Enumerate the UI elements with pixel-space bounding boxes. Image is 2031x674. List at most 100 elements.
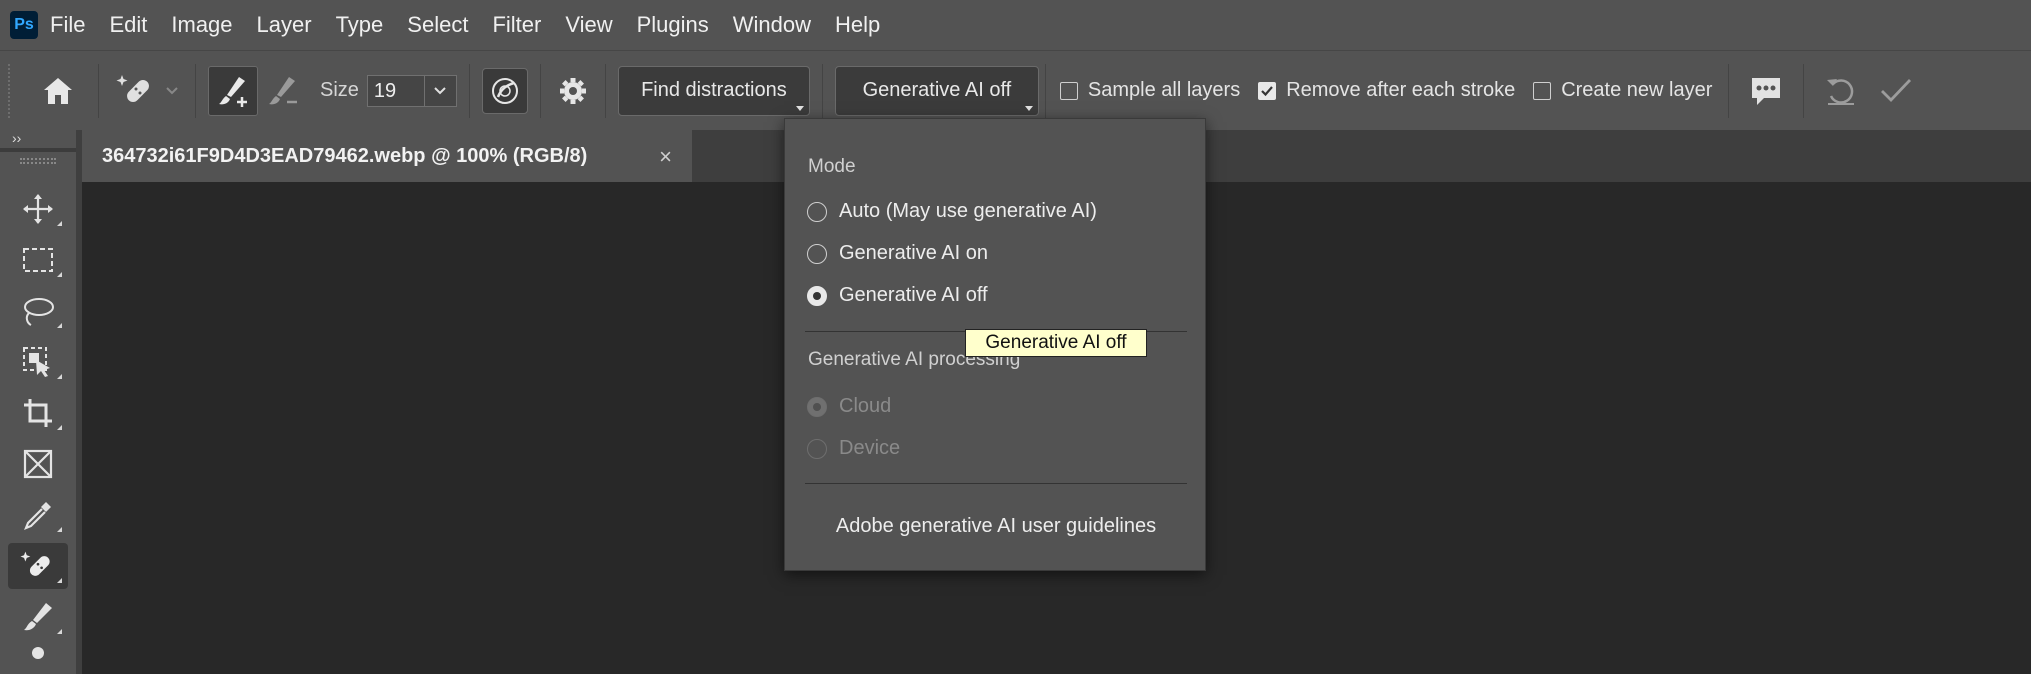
tool-preset-picker[interactable]: [111, 66, 161, 116]
gear-icon: [559, 77, 586, 104]
flyout-indicator: [57, 272, 62, 277]
chevron-down-icon: [166, 86, 178, 94]
flyout-indicator: [57, 374, 62, 379]
eyedropper-icon: [24, 502, 51, 530]
separator: [1728, 63, 1730, 118]
frame-icon: [23, 449, 53, 479]
separator: [1803, 63, 1805, 118]
mode-generative-on-label: Generative AI on: [839, 242, 988, 264]
subtract-brush-mode-button[interactable]: [258, 66, 308, 116]
marquee-tool[interactable]: [8, 237, 68, 283]
brush-tool[interactable]: [8, 594, 68, 640]
create-new-layer-checkbox[interactable]: Create new layer: [1533, 79, 1712, 102]
separator: [195, 63, 196, 118]
menu-help[interactable]: Help: [823, 0, 892, 50]
sample-all-layers-label: Sample all layers: [1087, 79, 1241, 101]
object-selection-icon: [23, 347, 50, 377]
separator: [1044, 63, 1046, 118]
size-dropdown-button[interactable]: [424, 74, 457, 107]
stamp-tool[interactable]: [8, 645, 68, 674]
pressure-icon: [491, 77, 518, 104]
mode-generative-off-option[interactable]: Generative AI off: [807, 284, 988, 307]
mode-generative-on-option[interactable]: Generative AI on: [807, 242, 988, 265]
menu-file[interactable]: File: [38, 0, 97, 50]
close-tab-icon[interactable]: ×: [659, 144, 672, 170]
menu-image[interactable]: Image: [159, 0, 244, 50]
document-tab[interactable]: 364732i61F9D4D3EAD79462.webp @ 100% (RGB…: [82, 130, 692, 182]
radio-button-disabled: [807, 396, 827, 417]
remove-after-stroke-checkbox[interactable]: Remove after each stroke: [1258, 79, 1515, 102]
mode-generative-off-label: Generative AI off: [839, 284, 988, 306]
feedback-icon: [1752, 77, 1781, 105]
tool-preset-dropdown[interactable]: [161, 66, 183, 116]
radio-button-disabled: [807, 438, 827, 459]
menu-select[interactable]: Select: [395, 0, 480, 50]
sample-all-layers-checkbox[interactable]: Sample all layers: [1059, 79, 1241, 102]
flyout-indicator: [57, 578, 62, 583]
flyout-indicator: [57, 221, 62, 226]
size-label: Size: [320, 79, 359, 101]
menu-view[interactable]: View: [553, 0, 624, 50]
separator: [539, 63, 541, 118]
size-input[interactable]: 19: [366, 74, 425, 107]
menu-plugins[interactable]: Plugins: [625, 0, 721, 50]
tools-strip: ››: [0, 130, 80, 674]
remove-tool-icon: [20, 551, 50, 576]
menu-bar: Ps File Edit Image Layer Type Select Fil…: [0, 0, 2031, 50]
flyout-indicator: [57, 527, 62, 532]
feedback-button[interactable]: [1741, 66, 1791, 116]
panel-header-edge: [0, 148, 80, 152]
generative-ai-mode-button[interactable]: Generative AI off: [834, 65, 1039, 116]
crop-icon: [24, 399, 52, 427]
create-new-layer-label: Create new layer: [1561, 79, 1713, 101]
find-distractions-button[interactable]: Find distractions: [617, 65, 810, 116]
photoshop-logo: Ps: [10, 11, 38, 39]
undo-icon: [1827, 78, 1855, 105]
tools-grip[interactable]: [20, 158, 56, 164]
separator: [98, 63, 99, 118]
reset-button[interactable]: [1816, 66, 1866, 116]
menu-filter[interactable]: Filter: [480, 0, 553, 50]
menu-layer[interactable]: Layer: [245, 0, 324, 50]
tooltip: Generative AI off: [965, 329, 1147, 357]
separator: [604, 63, 606, 118]
remove-after-stroke-label: Remove after each stroke: [1286, 79, 1516, 101]
flyout-indicator: [57, 629, 62, 634]
lasso-tool[interactable]: [8, 288, 68, 334]
dropdown-corner-icon: [795, 105, 804, 111]
mode-auto-label: Auto (May use generative AI): [839, 200, 1097, 222]
processing-cloud-option: Cloud: [807, 395, 891, 418]
menu-type[interactable]: Type: [324, 0, 396, 50]
checkbox-box[interactable]: [1533, 81, 1552, 100]
mode-section-title: Mode: [808, 156, 856, 177]
collapse-panel-icon[interactable]: ››: [12, 130, 21, 146]
menu-edit[interactable]: Edit: [97, 0, 159, 50]
menu-window[interactable]: Window: [721, 0, 823, 50]
object-selection-tool[interactable]: [8, 339, 68, 385]
eyedropper-tool[interactable]: [8, 492, 68, 538]
add-brush-mode-button[interactable]: [208, 65, 258, 116]
rectangle-marquee-icon: [23, 248, 53, 272]
frame-tool[interactable]: [8, 441, 68, 487]
radio-button[interactable]: [807, 243, 827, 264]
ai-guidelines-link[interactable]: Adobe generative AI user guidelines: [785, 515, 1207, 538]
find-distractions-label: Find distractions: [641, 79, 787, 101]
checkbox-box[interactable]: [1059, 81, 1078, 100]
lasso-icon: [24, 298, 54, 326]
settings-button[interactable]: [553, 66, 593, 116]
chevron-down-icon: [434, 86, 447, 94]
crop-tool[interactable]: [8, 390, 68, 436]
options-bar-grip[interactable]: [8, 63, 12, 118]
home-button[interactable]: [30, 66, 86, 116]
home-icon: [44, 77, 72, 104]
pressure-size-button[interactable]: [481, 67, 528, 114]
move-tool[interactable]: [8, 186, 68, 232]
menu-separator: [805, 483, 1187, 484]
radio-button[interactable]: [807, 201, 827, 222]
checkbox-box[interactable]: [1258, 81, 1277, 100]
remove-tool[interactable]: [8, 543, 68, 589]
mode-auto-option[interactable]: Auto (May use generative AI): [807, 200, 1097, 223]
radio-button-selected[interactable]: [807, 285, 827, 306]
commit-button[interactable]: [1866, 66, 1926, 116]
generative-ai-mode-label: Generative AI off: [862, 79, 1012, 101]
